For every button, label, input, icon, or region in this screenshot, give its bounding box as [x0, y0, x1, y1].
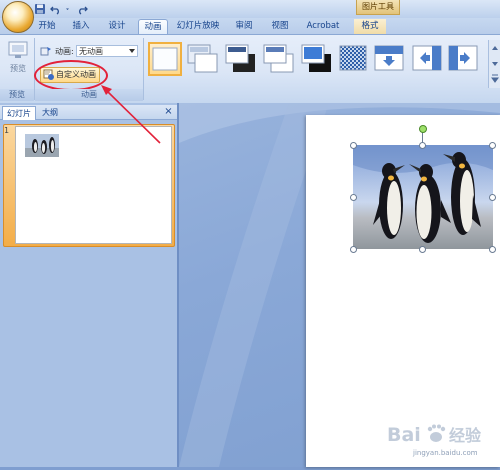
- resize-handle-sw[interactable]: [350, 246, 357, 253]
- animation-icon: [40, 47, 51, 56]
- animation-select[interactable]: 无动画: [76, 45, 138, 57]
- tab-format[interactable]: 格式: [354, 19, 386, 34]
- tab-design[interactable]: 设计: [104, 19, 130, 34]
- transition-fade-smooth[interactable]: [186, 42, 220, 76]
- tab-view[interactable]: 视图: [266, 19, 294, 34]
- tab-outline[interactable]: 大纲: [36, 106, 64, 119]
- tab-home[interactable]: 开始: [34, 19, 60, 34]
- resize-handle-se[interactable]: [489, 246, 496, 253]
- transition-none[interactable]: [148, 42, 182, 76]
- resize-handle-ne[interactable]: [489, 142, 496, 149]
- transition-wipe-left[interactable]: [410, 42, 444, 76]
- animation-field-label: 动画:: [55, 47, 74, 56]
- picture-tools-context-title: 图片工具: [356, 0, 400, 15]
- tab-acrobat[interactable]: Acrobat: [303, 19, 343, 34]
- transition-cut[interactable]: [262, 42, 296, 76]
- transition-fade-black[interactable]: [224, 42, 258, 76]
- undo-icon[interactable]: [50, 3, 62, 15]
- tab-animation[interactable]: 动画: [138, 19, 168, 35]
- transition-thumb-icon: [448, 45, 478, 71]
- preview-icon: [8, 41, 28, 58]
- transition-thumb-icon: [187, 44, 218, 73]
- annotation-ellipse: [34, 60, 108, 91]
- svg-text:Bai: Bai: [387, 424, 421, 446]
- rotation-handle[interactable]: [419, 125, 427, 133]
- penguins-thumbnail-image: [25, 134, 59, 157]
- animation-group-label: 动画: [35, 89, 143, 101]
- save-icon[interactable]: [34, 3, 46, 15]
- resize-handle-w[interactable]: [350, 194, 357, 201]
- resize-handle-s[interactable]: [419, 246, 426, 253]
- transition-wipe-right[interactable]: [446, 42, 480, 76]
- chevron-up-icon: [491, 46, 499, 83]
- close-icon[interactable]: ×: [163, 107, 174, 118]
- transition-thumb-icon: [412, 45, 442, 71]
- tab-review[interactable]: 审阅: [230, 19, 258, 34]
- chevron-down-icon[interactable]: [66, 3, 72, 15]
- transition-cut-black[interactable]: [300, 42, 334, 76]
- transition-thumb-icon: [263, 44, 294, 73]
- resize-handle-n[interactable]: [419, 142, 426, 149]
- transition-thumb-icon: [374, 45, 404, 71]
- redo-icon[interactable]: [76, 3, 88, 15]
- animation-select-value: 无动画: [79, 47, 103, 56]
- transition-dissolve[interactable]: [336, 42, 370, 76]
- quick-access-toolbar: [34, 2, 88, 16]
- tab-slides[interactable]: 幻灯片: [2, 106, 36, 120]
- slide-number: 1: [4, 126, 10, 135]
- resize-handle-e[interactable]: [489, 194, 496, 201]
- preview-label: 预览: [10, 64, 26, 73]
- gallery-scrollbar[interactable]: [488, 40, 500, 88]
- animation-field: 动画:: [40, 45, 74, 58]
- transition-thumb-icon: [301, 44, 331, 72]
- svg-text:经验: 经验: [449, 426, 482, 445]
- penguins-image[interactable]: [353, 145, 493, 249]
- office-button[interactable]: [2, 1, 34, 33]
- transition-thumb-icon: [225, 44, 255, 72]
- chevron-down-icon: [129, 49, 135, 53]
- transition-thumb-icon: [152, 47, 178, 71]
- transition-thumb-icon: [339, 45, 367, 71]
- transition-wipe-down[interactable]: [372, 42, 406, 76]
- tab-insert[interactable]: 插入: [68, 19, 94, 34]
- tab-slideshow[interactable]: 幻灯片放映: [172, 19, 224, 34]
- resize-handle-nw[interactable]: [350, 142, 357, 149]
- group-divider: [143, 38, 144, 100]
- watermark-url: jingyan.baidu.com: [413, 449, 478, 457]
- preview-button[interactable]: [4, 40, 32, 80]
- preview-group-label: 预览: [0, 89, 34, 101]
